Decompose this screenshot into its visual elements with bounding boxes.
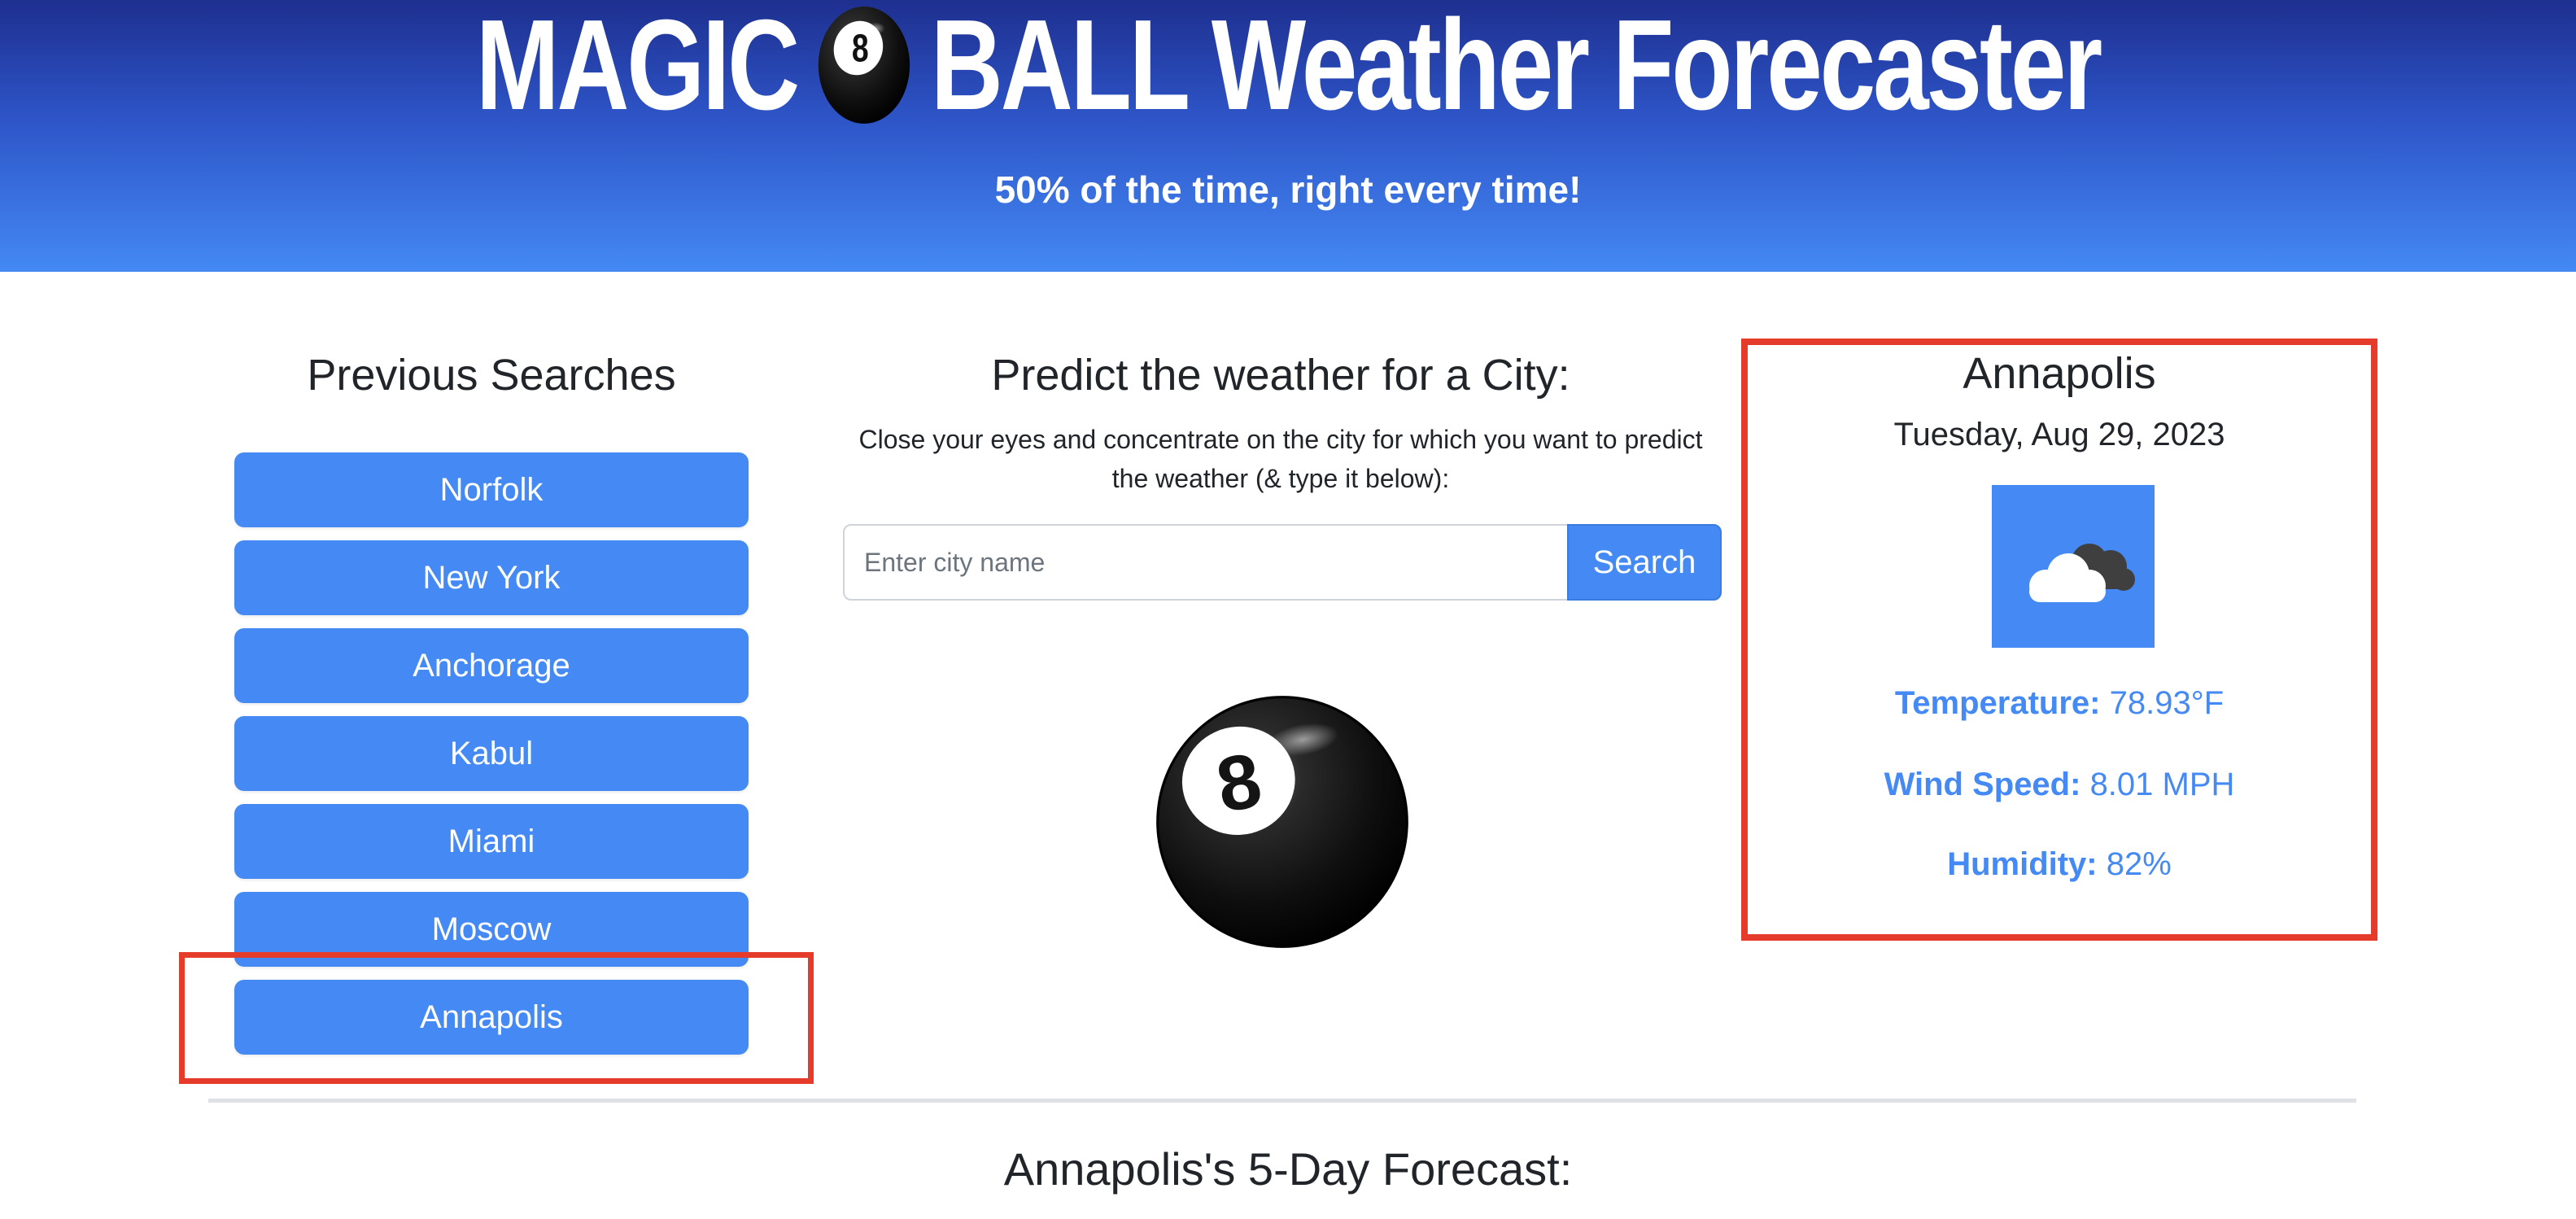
- search-heading: Predict the weather for a City:: [991, 351, 1570, 400]
- city-search-input[interactable]: [843, 524, 1569, 601]
- history-button-miami[interactable]: Miami: [234, 804, 749, 879]
- humidity-line: Humidity: 82%: [1746, 846, 2373, 883]
- wind-speed-value: 8.01 MPH: [2089, 767, 2235, 802]
- humidity-label: Humidity:: [1947, 846, 2098, 882]
- history-button-anchorage[interactable]: Anchorage: [234, 628, 749, 703]
- page-title: MAGIC 8 BALL Weather Forecaster: [283, 0, 2292, 137]
- search-button[interactable]: Search: [1567, 524, 1722, 601]
- previous-searches-heading: Previous Searches: [307, 351, 676, 400]
- title-left-text: MAGIC: [475, 0, 800, 137]
- cloudy-icon: [2029, 544, 2135, 602]
- history-button-norfolk[interactable]: Norfolk: [234, 452, 749, 527]
- wind-speed-line: Wind Speed: 8.01 MPH: [1746, 767, 2373, 803]
- weather-icon-container: [1992, 485, 2155, 648]
- temperature-label: Temperature:: [1894, 685, 2101, 721]
- temperature-value: 78.93°F: [2109, 685, 2225, 721]
- site-header: MAGIC 8 BALL Weather Forecaster 50% of t…: [0, 0, 2576, 272]
- history-button-new-york[interactable]: New York: [234, 540, 749, 615]
- 8-ball-icon: 8: [818, 7, 910, 124]
- forecast-heading: Annapolis's 5-Day Forecast:: [1003, 1143, 1573, 1195]
- page-subtitle: 50% of the time, right every time!: [994, 168, 1582, 211]
- search-instructions: Close your eyes and concentrate on the c…: [858, 425, 1703, 493]
- magic-8-ball-icon: 8: [1156, 696, 1408, 948]
- highlight-box-annapolis-button: [179, 952, 814, 1084]
- history-button-kabul[interactable]: Kabul: [234, 716, 749, 791]
- current-date: Tuesday, Aug 29, 2023: [1893, 417, 2225, 452]
- humidity-value: 82%: [2106, 846, 2172, 882]
- title-right-text: BALL Weather Forecaster: [930, 0, 2102, 137]
- temperature-line: Temperature: 78.93°F: [1746, 685, 2373, 722]
- current-city-name: Annapolis: [1963, 349, 2156, 398]
- wind-speed-label: Wind Speed:: [1884, 767, 2081, 802]
- section-divider: [208, 1099, 2356, 1103]
